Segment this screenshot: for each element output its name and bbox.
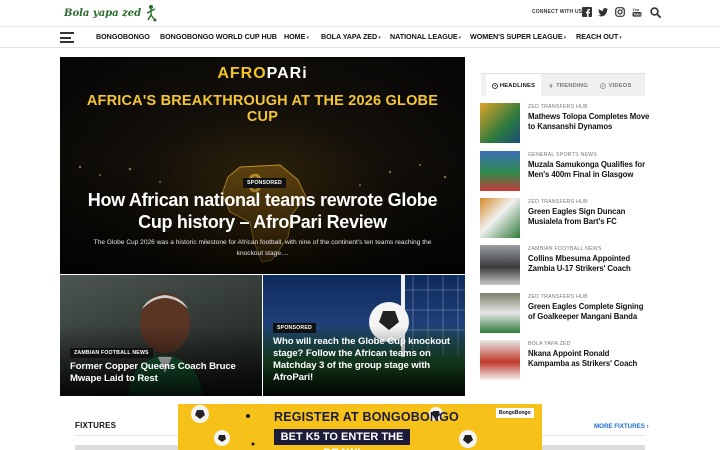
story-category[interactable]: ZED TRANSFERS HUB bbox=[528, 199, 588, 205]
site-logo[interactable]: Bola yapa zed bbox=[64, 3, 158, 23]
nav-item-label: HOME bbox=[284, 32, 306, 41]
nav-item-womens-super-league[interactable]: WOMEN'S SUPER LEAGUE▾ bbox=[470, 32, 566, 41]
nav-item-national-league[interactable]: NATIONAL LEAGUE▾ bbox=[390, 32, 461, 41]
sidebar-story[interactable]: GENERAL SPORTS NEWS Muzala Samukonga Qua… bbox=[480, 151, 650, 193]
top-bar: Bola yapa zed CONNECT WITH US You Tube bbox=[0, 0, 720, 26]
chevron-down-icon: ▾ bbox=[306, 35, 309, 41]
nav-item-world-cup-hub[interactable]: BONGOBONGO WORLD CUP HUB bbox=[160, 32, 277, 41]
story-card-mwape[interactable]: ZAMBIAN FOOTBALL NEWS Former Copper Quee… bbox=[60, 275, 262, 396]
bolt-icon bbox=[549, 82, 554, 89]
sidebar-story[interactable]: ZED TRANSFERS HUB Green Eagles Complete … bbox=[480, 293, 650, 335]
story-title[interactable]: Collins Mbesuma Appointed Zambia U-17 St… bbox=[528, 254, 650, 274]
brand-part2: PARi bbox=[266, 65, 308, 82]
story-title[interactable]: Green Eagles Sign Duncan Musialela from … bbox=[528, 207, 650, 227]
more-fixtures-link[interactable]: MORE FIXTURES › bbox=[594, 423, 649, 430]
story-title[interactable]: Mathews Tolopa Completes Move to Kansans… bbox=[528, 112, 650, 132]
tab-label: HEADLINES bbox=[499, 82, 536, 89]
logo-text: Bola yapa zed bbox=[64, 7, 142, 19]
sidebar-story[interactable]: ZAMBIAN FOOTBALL NEWS Collins Mbesuma Ap… bbox=[480, 245, 650, 287]
tab-videos[interactable]: VIDEOS bbox=[593, 74, 639, 97]
featured-excerpt-visible: The Globe Cup 2026 was a historic milest… bbox=[93, 239, 432, 257]
more-fixtures-label: MORE FIXTURES bbox=[594, 423, 645, 430]
nav-item-label: BOLA YAPA ZED bbox=[321, 32, 378, 41]
chevron-down-icon: ▾ bbox=[378, 35, 381, 41]
chevron-down-icon: ▾ bbox=[563, 35, 567, 41]
nav-item-label: REACH OUT bbox=[576, 32, 619, 41]
chevron-down-icon: ▾ bbox=[619, 35, 622, 41]
banner-headline: REGISTER AT BONGOBONGO bbox=[274, 410, 459, 424]
play-icon bbox=[600, 82, 607, 89]
tab-label: TRENDING bbox=[556, 82, 588, 89]
story-category[interactable]: ZAMBIAN FOOTBALL NEWS bbox=[528, 246, 602, 252]
nav-item-reach-out[interactable]: REACH OUT▾ bbox=[576, 32, 622, 41]
facebook-icon[interactable] bbox=[582, 7, 592, 17]
tab-headlines[interactable]: HEADLINES bbox=[486, 74, 541, 97]
story-category[interactable]: ZED TRANSFERS HUB bbox=[528, 104, 588, 110]
story-category[interactable]: BOLA YAPA ZED bbox=[528, 341, 571, 347]
story-category[interactable]: GENERAL SPORTS NEWS bbox=[528, 152, 597, 158]
story-thumbnail[interactable] bbox=[480, 340, 520, 380]
story-thumbnail[interactable] bbox=[480, 151, 520, 191]
story-title[interactable]: Nkana Appoint Ronald Kampamba as Striker… bbox=[528, 349, 650, 369]
story-title[interactable]: Muzala Samukonga Qualifies for Men's 400… bbox=[528, 160, 650, 180]
fixtures-heading: FIXTURES bbox=[75, 421, 117, 430]
sidebar-story[interactable]: ZED TRANSFERS HUB Green Eagles Sign Dunc… bbox=[480, 198, 650, 240]
svg-text:Tube: Tube bbox=[633, 13, 641, 17]
nav-item-home[interactable]: HOME▾ bbox=[284, 32, 309, 41]
nav-item-label: BONGOBONGO WORLD CUP HUB bbox=[160, 32, 277, 41]
featured-title-visible[interactable]: How African national teams rewrote Globe… bbox=[80, 189, 445, 233]
tab-trending[interactable]: TRENDING bbox=[545, 74, 591, 97]
nav-item-label: WOMEN'S SUPER LEAGUE bbox=[470, 32, 563, 41]
story-thumbnail[interactable] bbox=[480, 198, 520, 238]
instagram-icon[interactable] bbox=[615, 7, 625, 17]
connect-label: CONNECT WITH US bbox=[532, 9, 583, 15]
card-title[interactable]: Who will reach the Globe Cup knockout st… bbox=[273, 336, 459, 384]
menu-hamburger-icon[interactable] bbox=[60, 32, 74, 43]
nav-item-bola-yapa-zed[interactable]: BOLA YAPA ZED▾ bbox=[321, 32, 381, 41]
sidebar-story[interactable]: BOLA YAPA ZED Nkana Appoint Ronald Kampa… bbox=[480, 340, 650, 382]
tab-label: VIDEOS bbox=[608, 82, 632, 89]
story-thumbnail[interactable] bbox=[480, 293, 520, 333]
card-title[interactable]: Former Copper Queens Coach Bruce Mwape L… bbox=[70, 361, 256, 385]
afropari-logo: AFROPARi bbox=[60, 65, 465, 83]
nav-item-bongobongo[interactable]: BONGOBONGO bbox=[96, 32, 150, 41]
story-thumbnail[interactable] bbox=[480, 245, 520, 285]
twitter-icon[interactable] bbox=[598, 7, 608, 17]
youtube-icon[interactable]: You Tube bbox=[632, 7, 642, 17]
chevron-down-icon: ▾ bbox=[458, 35, 462, 41]
svg-text:You: You bbox=[633, 8, 640, 12]
banner-logo: BongoBongo bbox=[496, 408, 534, 418]
chevron-right-icon: › bbox=[646, 423, 649, 430]
banner-subline: BET K5 TO ENTER THE DRAW! bbox=[274, 429, 410, 450]
card-badge[interactable]: SPONSORED bbox=[273, 323, 316, 333]
search-icon[interactable] bbox=[650, 7, 661, 18]
story-title[interactable]: Green Eagles Complete Signing of Goalkee… bbox=[528, 302, 650, 322]
sidebar-story[interactable]: ZED TRANSFERS HUB Mathews Tolopa Complet… bbox=[480, 103, 650, 145]
brand-part1: AFRO bbox=[217, 65, 267, 82]
card-badge[interactable]: ZAMBIAN FOOTBALL NEWS bbox=[70, 348, 153, 358]
main-nav: BONGOBONGO BONGOBONGO WORLD CUP HUB HOME… bbox=[0, 26, 720, 48]
story-thumbnail[interactable] bbox=[480, 103, 520, 143]
logo-player-icon bbox=[146, 5, 157, 22]
nav-item-label: BONGOBONGO bbox=[96, 32, 150, 41]
bongobongo-banner-ad[interactable]: REGISTER AT BONGOBONGO BET K5 TO ENTER T… bbox=[178, 404, 542, 450]
nav-item-label: NATIONAL LEAGUE bbox=[390, 32, 458, 41]
promo-headline: AFRICA'S BREAKTHROUGH AT THE 2026 GLOBE … bbox=[86, 93, 439, 125]
featured-badge[interactable]: SPONSORED bbox=[243, 178, 286, 188]
story-category[interactable]: ZED TRANSFERS HUB bbox=[528, 294, 588, 300]
clock-icon bbox=[491, 82, 498, 89]
sidebar-tabs: HEADLINES TRENDING VIDEOS bbox=[481, 73, 645, 97]
story-card-globe-cup[interactable]: SPONSORED Who will reach the Globe Cup k… bbox=[263, 275, 465, 396]
